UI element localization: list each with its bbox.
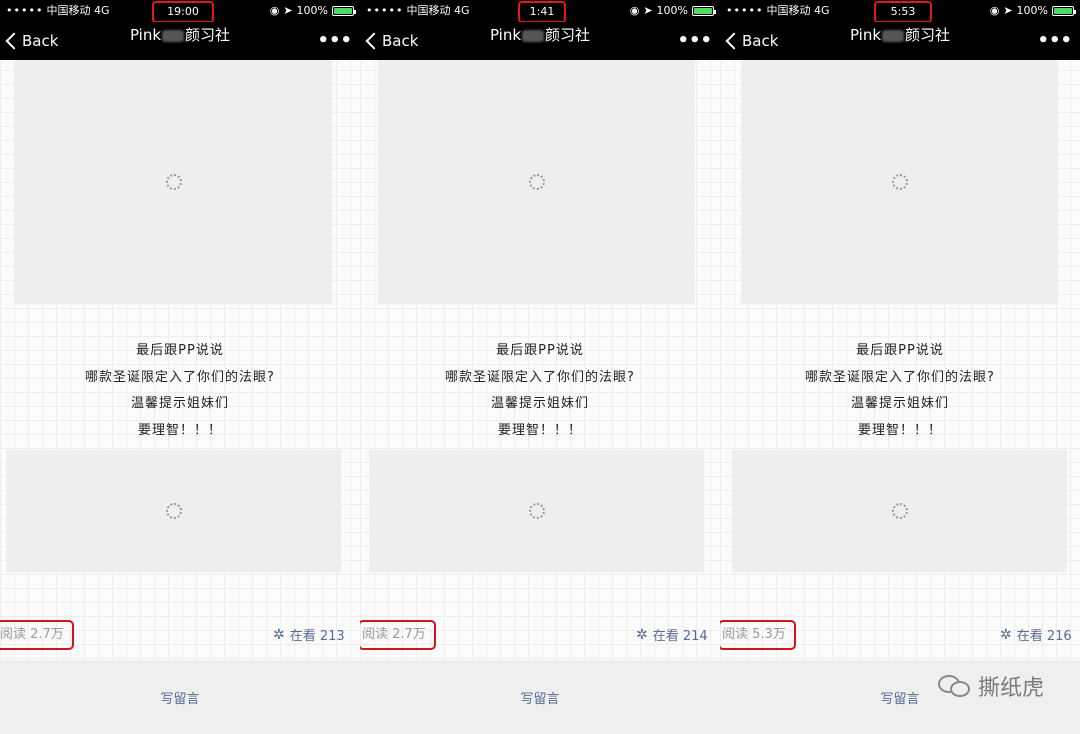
battery-icon xyxy=(692,6,716,16)
status-right: ◉ ➤ 100% xyxy=(629,0,716,22)
battery-icon xyxy=(332,6,356,16)
watermark-text: 撕纸虎 xyxy=(977,676,1044,701)
rotation-lock-icon: ◉ xyxy=(629,4,640,17)
image-placeholder xyxy=(6,450,341,572)
location-arrow-icon: ➤ xyxy=(283,4,293,17)
article-text: 最后跟PP说说 哪款圣诞限定入了你们的法眼? 温馨提示姐妹们 要理智！！！ xyxy=(805,343,995,438)
status-right: ◉ ➤ 100% xyxy=(989,0,1076,22)
loading-spinner-icon xyxy=(528,503,545,519)
phone-screen-3: ••••• 中国移动 4G 5:53 ◉ ➤ 100% Back Pink 颜习社 ••… xyxy=(720,0,1080,734)
article-text: 最后跟PP说说 哪款圣诞限定入了你们的法眼? 温馨提示姐妹们 要理智！！！ xyxy=(85,343,275,438)
looking-button[interactable]: ✲ 在看 214 xyxy=(636,625,708,645)
looking-button[interactable]: ✲ 在看 213 xyxy=(273,625,345,645)
signal-icon: ••••• xyxy=(366,4,404,17)
image-placeholder xyxy=(378,60,695,304)
status-bar: ••••• 中国移动 4G 19:00 ◉ ➤ 100% xyxy=(0,0,360,23)
image-placeholder xyxy=(15,60,332,304)
more-menu-icon[interactable]: ••• xyxy=(1037,30,1072,51)
more-menu-icon[interactable]: ••• xyxy=(317,30,352,51)
signal-icon: ••••• xyxy=(6,4,44,17)
write-comment-bar[interactable]: 写留言 xyxy=(360,660,720,734)
rotation-lock-icon: ◉ xyxy=(989,4,1000,17)
read-count: 阅读 5.3万 xyxy=(720,620,796,650)
loading-spinner-icon xyxy=(165,503,182,519)
write-comment-label: 写留言 xyxy=(160,692,200,707)
status-bar: ••••• 中国移动 4G 5:53 ◉ ➤ 100% xyxy=(720,0,1080,23)
rotation-lock-icon: ◉ xyxy=(269,4,280,17)
status-right: ◉ ➤ 100% xyxy=(269,0,356,22)
signal-icon: ••••• xyxy=(726,4,764,17)
redaction-blur xyxy=(162,29,185,42)
write-comment-bar[interactable]: 写留言 xyxy=(0,660,360,734)
watermark: 撕纸虎 xyxy=(937,670,1044,702)
phone-screen-2: ••••• 中国移动 4G 1:41 ◉ ➤ 100% Back Pink 颜习社 ••… xyxy=(360,0,720,734)
redaction-blur xyxy=(882,29,905,42)
wechat-icon xyxy=(937,673,972,699)
redaction-blur xyxy=(522,29,545,42)
loading-spinner-icon xyxy=(165,174,182,190)
page-title: Pink 颜习社 xyxy=(489,26,591,44)
loading-spinner-icon xyxy=(528,174,545,190)
carrier-info: ••••• 中国移动 4G xyxy=(726,0,829,22)
image-placeholder xyxy=(369,450,704,572)
nav-bar: Back Pink 颜习社 ••• xyxy=(0,22,360,60)
battery-icon xyxy=(1052,6,1076,16)
comparison-screenshots: ••••• 中国移动 4G 19:00 ◉ ➤ 100% Back Pink 颜习社 •… xyxy=(0,0,1080,734)
status-time: 5:53 xyxy=(874,1,932,23)
location-arrow-icon: ➤ xyxy=(643,4,653,17)
status-time: 19:00 xyxy=(152,1,214,23)
carrier-info: ••••• 中国移动 4G xyxy=(366,0,469,22)
page-title: Pink 颜习社 xyxy=(129,26,231,44)
location-arrow-icon: ➤ xyxy=(1003,4,1013,17)
looking-button[interactable]: ✲ 在看 216 xyxy=(1000,625,1072,645)
looking-icon: ✲ xyxy=(273,626,285,643)
more-menu-icon[interactable]: ••• xyxy=(677,30,712,51)
article-text: 最后跟PP说说 哪款圣诞限定入了你们的法眼? 温馨提示姐妹们 要理智！！！ xyxy=(445,343,635,438)
write-comment-label: 写留言 xyxy=(520,692,560,707)
status-time: 1:41 xyxy=(518,1,566,23)
loading-spinner-icon xyxy=(891,174,908,190)
carrier-info: ••••• 中国移动 4G xyxy=(6,0,109,22)
nav-bar: Back Pink 颜习社 ••• xyxy=(360,22,720,60)
image-placeholder xyxy=(741,60,1058,304)
looking-icon: ✲ xyxy=(1000,626,1012,643)
phone-screen-1: ••••• 中国移动 4G 19:00 ◉ ➤ 100% Back Pink 颜习社 •… xyxy=(0,0,360,734)
page-title: Pink 颜习社 xyxy=(849,26,951,44)
status-bar: ••••• 中国移动 4G 1:41 ◉ ➤ 100% xyxy=(360,0,720,23)
read-count: 阅读 2.7万 xyxy=(360,620,436,650)
nav-bar: Back Pink 颜习社 ••• xyxy=(720,22,1080,60)
read-count: 阅读 2.7万 xyxy=(0,620,74,650)
image-placeholder xyxy=(732,450,1067,572)
looking-icon: ✲ xyxy=(636,626,648,643)
loading-spinner-icon xyxy=(891,503,908,519)
